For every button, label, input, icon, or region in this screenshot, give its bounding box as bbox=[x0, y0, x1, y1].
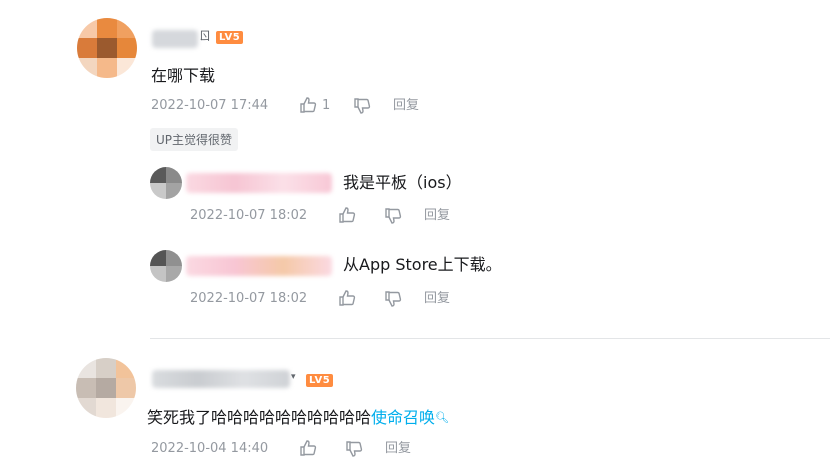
thumbs-up-icon[interactable] bbox=[338, 289, 356, 307]
thumbs-down-icon[interactable] bbox=[384, 207, 402, 225]
thumbs-up-icon[interactable] bbox=[338, 206, 356, 224]
search-icon[interactable]: 🔍︎ bbox=[435, 411, 449, 424]
username-blurred[interactable] bbox=[152, 30, 198, 48]
up-liked-tag: UP主觉得很赞 bbox=[150, 128, 239, 151]
reply-text: 我是平板（ios） bbox=[343, 173, 462, 192]
thumbs-down-icon[interactable] bbox=[345, 440, 363, 458]
reply-username-blurred[interactable] bbox=[186, 256, 332, 276]
comment-text: 笑死我了哈哈哈哈哈哈哈哈哈哈使命召唤🔍︎ bbox=[147, 408, 449, 428]
reply-avatar[interactable] bbox=[150, 167, 182, 199]
username-suffix: ㄖ bbox=[199, 29, 212, 43]
reply-button[interactable]: 回复 bbox=[424, 207, 450, 225]
reply-time: 2022-10-07 18:02 bbox=[190, 291, 308, 306]
reply-text: 从App Store上下载。 bbox=[343, 255, 502, 274]
like-count: 1 bbox=[322, 98, 331, 113]
thumbs-up-icon[interactable] bbox=[299, 96, 317, 114]
reply-button[interactable]: 回复 bbox=[385, 440, 411, 458]
reply-time: 2022-10-07 18:02 bbox=[190, 208, 308, 223]
reply-button[interactable]: 回复 bbox=[393, 97, 419, 115]
thumbs-down-icon[interactable] bbox=[384, 290, 402, 308]
comment-text-body: 笑死我了哈哈哈哈哈哈哈哈哈哈 bbox=[147, 408, 372, 427]
comment-time: 2022-10-04 14:40 bbox=[151, 441, 269, 456]
comment-divider bbox=[150, 338, 830, 339]
level-badge: LV5 bbox=[306, 374, 334, 387]
reply-avatar[interactable] bbox=[150, 250, 182, 282]
thumbs-down-icon[interactable] bbox=[353, 97, 371, 115]
reply-username-blurred[interactable] bbox=[186, 173, 332, 193]
reply-button[interactable]: 回复 bbox=[424, 290, 450, 308]
comment-time: 2022-10-07 17:44 bbox=[151, 98, 269, 113]
avatar[interactable] bbox=[76, 358, 136, 418]
avatar[interactable] bbox=[77, 18, 137, 78]
search-link[interactable]: 使命召唤 bbox=[371, 408, 435, 427]
thumbs-up-icon[interactable] bbox=[299, 439, 317, 457]
username-suffix: ▾ bbox=[291, 372, 296, 382]
username-blurred[interactable] bbox=[152, 370, 290, 388]
level-badge: LV5 bbox=[216, 31, 244, 44]
comment-text: 在哪下载 bbox=[151, 66, 216, 85]
